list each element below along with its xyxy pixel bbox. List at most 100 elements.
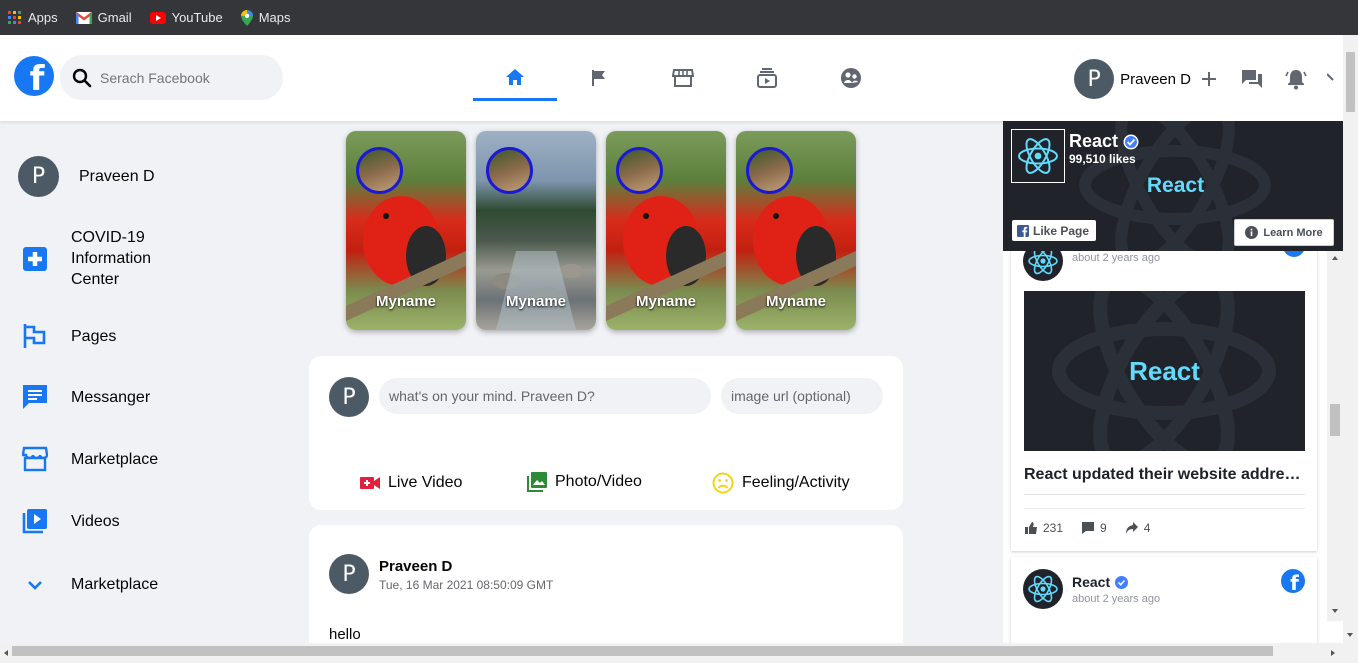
feed-post-time: about 2 years ago [1072, 593, 1161, 605]
feeling-activity-button[interactable]: Feeling/Activity [712, 472, 850, 494]
post-text-placeholder: what's on your mind. Praveen D? [389, 388, 595, 404]
photo-video-button[interactable]: Photo/Video [527, 472, 642, 492]
image-url-placeholder: image url (optional) [731, 388, 851, 404]
sidebar-item-messanger[interactable]: Messanger [22, 384, 150, 410]
story-card[interactable]: Myname [606, 131, 726, 330]
tab-watch[interactable] [725, 55, 809, 101]
home-icon [505, 67, 525, 87]
search-input[interactable] [100, 69, 270, 86]
share-icon[interactable] [1125, 521, 1139, 535]
comment-count: 9 [1100, 521, 1107, 535]
tab-home[interactable] [473, 55, 557, 101]
like-count: 231 [1043, 521, 1064, 535]
page-title-text: React [1069, 131, 1119, 151]
live-video-label: Live Video [388, 474, 463, 491]
post-timestamp: Tue, 16 Mar 2021 08:50:09 GMT [379, 578, 554, 592]
tab-groups[interactable] [809, 55, 893, 101]
live-video-icon [360, 475, 380, 491]
sidebar-item-label: Marketplace [71, 450, 159, 468]
medical-cross-icon [22, 246, 48, 272]
bookmark-label: Maps [258, 10, 291, 25]
gmail-icon [75, 11, 92, 24]
learn-more-button[interactable]: Learn More [1234, 219, 1334, 246]
sidebar-item-label: Pages [71, 327, 117, 345]
live-video-button[interactable]: Live Video [360, 474, 462, 492]
like-page-button[interactable]: Like Page [1012, 220, 1097, 241]
plugin-scrollbar[interactable] [1327, 251, 1343, 621]
facebook-logo-icon[interactable]: f [14, 56, 54, 96]
info-icon [1245, 226, 1259, 239]
page-plugin: about 2 years ago React React updated th… [1003, 121, 1343, 643]
bookmark-gmail[interactable]: Gmail [75, 10, 132, 25]
feeling-activity-label: Feeling/Activity [742, 474, 850, 491]
bookmark-label: Gmail [97, 10, 132, 25]
plus-icon[interactable] [1201, 71, 1217, 87]
like-icon[interactable] [1024, 521, 1038, 535]
apps-grid-icon [8, 10, 22, 25]
story-card[interactable]: Myname [736, 131, 856, 330]
bookmarks-bar: Apps Gmail YouTube Maps [0, 0, 1358, 35]
post-text: hello [329, 626, 361, 643]
storefront-icon [672, 68, 694, 88]
sidebar-item-see-more[interactable]: Marketplace [22, 574, 158, 595]
sidebar-item-label: Praveen D [79, 168, 155, 185]
vertical-scrollbar[interactable] [1343, 35, 1358, 643]
sidebar-item-videos[interactable]: Videos [22, 508, 120, 534]
bookmark-maps[interactable]: Maps [240, 9, 291, 26]
facebook-square-icon [1017, 224, 1029, 237]
cover-text: React [1146, 174, 1205, 197]
sidebar-item-label: Marketplace [71, 576, 159, 593]
feed-post-page-name[interactable]: React [1072, 574, 1129, 590]
story-avatar [616, 147, 663, 194]
vertical-scrollbar-thumb[interactable] [1346, 52, 1355, 112]
search-icon [72, 68, 92, 88]
feed-post-caption[interactable]: React updated their website addre… [1024, 466, 1305, 495]
page-name-text: React [1072, 574, 1111, 590]
bookmark-youtube[interactable]: YouTube [149, 10, 223, 25]
story-name: Myname [505, 293, 567, 310]
sidebar-item-pages[interactable]: Pages [22, 322, 116, 350]
page-title[interactable]: React [1069, 131, 1139, 152]
avatar: P [18, 156, 59, 197]
flag-icon [22, 322, 48, 350]
post-text-input[interactable]: what's on your mind. Praveen D? [379, 378, 711, 414]
dropdown-arrow-icon[interactable] [1327, 72, 1343, 86]
search-box[interactable] [60, 55, 283, 100]
story-avatar [356, 147, 403, 194]
story-name: Myname [635, 293, 697, 310]
photo-icon [527, 472, 547, 492]
learn-more-label: Learn More [1263, 226, 1323, 239]
comment-icon[interactable] [1081, 521, 1095, 535]
story-card[interactable]: Myname [476, 131, 596, 330]
flag-icon [590, 69, 608, 87]
story-avatar [746, 147, 793, 194]
header-avatar[interactable]: P [1074, 59, 1115, 99]
story-avatar [486, 147, 533, 194]
horizontal-scrollbar[interactable] [0, 643, 1358, 663]
sidebar-item-label: Videos [71, 512, 120, 530]
feed-post-image[interactable]: React [1024, 291, 1305, 451]
page-likes: 99,510 likes [1069, 152, 1136, 166]
header-user-name[interactable]: Praveen D [1120, 71, 1191, 88]
sidebar-item-profile[interactable]: P Praveen D [18, 156, 155, 197]
sidebar-item-marketplace[interactable]: Marketplace [22, 446, 158, 472]
post-author[interactable]: Praveen D [379, 558, 452, 575]
image-url-input[interactable]: image url (optional) [721, 378, 883, 414]
notifications-bell-icon[interactable] [1285, 68, 1307, 90]
tab-pages[interactable] [557, 55, 641, 101]
horizontal-scrollbar-thumb[interactable] [12, 646, 1273, 656]
video-library-icon [22, 508, 48, 534]
youtube-icon [149, 11, 166, 24]
storefront-icon [22, 446, 48, 472]
story-card[interactable]: Myname [346, 131, 466, 330]
tab-marketplace[interactable] [641, 55, 725, 101]
groups-icon [840, 67, 862, 89]
bookmark-apps[interactable]: Apps [8, 10, 58, 25]
sidebar-item-covid[interactable]: COVID-19 Information Center [22, 227, 151, 290]
bookmark-label: YouTube [171, 10, 223, 25]
plugin-scrollbar-thumb[interactable] [1330, 404, 1340, 436]
feed-post-stats: 231 9 4 [1024, 521, 1150, 535]
facebook-icon[interactable]: f [1281, 569, 1305, 593]
messenger-icon[interactable] [1241, 69, 1263, 89]
story-name: Myname [375, 293, 437, 310]
